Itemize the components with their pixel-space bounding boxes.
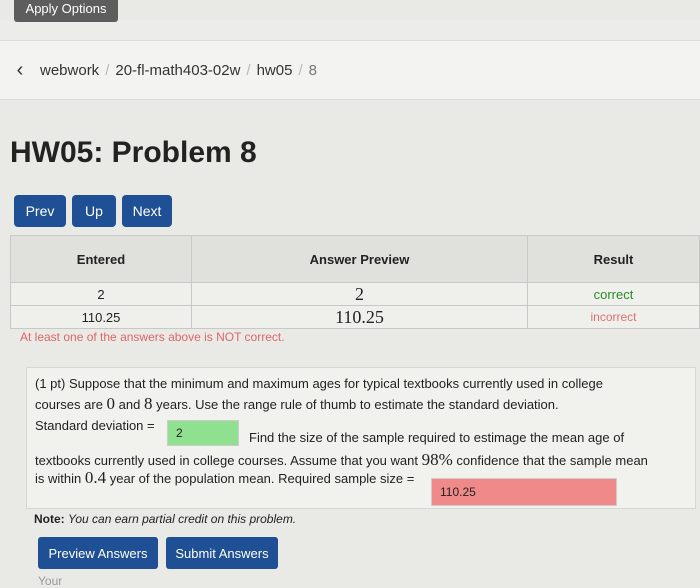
column-header-result: Result <box>527 235 700 283</box>
apply-options-button[interactable]: Apply Options <box>14 0 118 22</box>
preview-answers-button[interactable]: Preview Answers <box>38 537 158 569</box>
preview-cell: 2 <box>191 282 528 306</box>
breadcrumb-problem: 8 <box>308 61 317 79</box>
note-label: Note: <box>34 512 65 526</box>
next-button[interactable]: Next <box>122 195 172 227</box>
column-header-entered: Entered <box>10 235 192 283</box>
problem-line: courses are 0 and 8 years. Use the range… <box>35 394 559 415</box>
margin-value: 0.4 <box>84 468 107 487</box>
problem-text: and <box>118 397 141 412</box>
submit-answers-button[interactable]: Submit Answers <box>166 537 278 569</box>
table-header-row: Entered Answer Preview Result <box>10 235 700 283</box>
min-age-value: 0 <box>106 394 116 413</box>
sample-size-input[interactable]: 110.25 <box>431 478 617 506</box>
breadcrumb-separator: / <box>105 61 110 79</box>
confidence-value: 98% <box>421 450 453 469</box>
warning-message: At least one of the answers above is NOT… <box>20 330 285 344</box>
problem-line: is within 0.4 year of the population mea… <box>35 468 414 489</box>
max-age-value: 8 <box>144 394 153 413</box>
problem-line: (1 pt) Suppose that the minimum and maxi… <box>35 376 603 391</box>
breadcrumb-course[interactable]: 20-fl-math403-02w <box>115 62 240 79</box>
page-title: HW05: Problem 8 <box>10 136 257 169</box>
table-row: 2 2 correct <box>10 282 700 306</box>
problem-text: is within <box>35 471 82 486</box>
problem-line: Find the size of the sample required to … <box>249 430 625 445</box>
problem-text: textbooks currently used in college cour… <box>35 453 418 468</box>
breadcrumb-set[interactable]: hw05 <box>257 62 293 79</box>
back-chevron-icon[interactable]: ‹ <box>0 59 40 82</box>
breadcrumb: ‹ webwork / 20-fl-math403-02w / hw05 / 8 <box>0 40 700 100</box>
problem-box: (1 pt) Suppose that the minimum and maxi… <box>26 367 696 509</box>
breadcrumb-webwork[interactable]: webwork <box>40 62 99 79</box>
prev-button[interactable]: Prev <box>14 195 66 227</box>
footer-text: Your <box>38 574 63 588</box>
problem-text: years. Use the range rule of thumb to es… <box>156 397 559 412</box>
result-cell: correct <box>527 282 700 306</box>
problem-text: confidence that the sample mean <box>456 453 648 468</box>
sd-label: Standard deviation = <box>35 418 155 433</box>
entered-cell: 110.25 <box>10 305 192 329</box>
problem-text: year of the population mean. Required sa… <box>109 471 415 486</box>
column-header-preview: Answer Preview <box>191 235 528 283</box>
breadcrumb-separator: / <box>246 61 251 79</box>
table-row: 110.25 110.25 incorrect <box>10 305 700 329</box>
breadcrumb-separator: / <box>298 61 303 79</box>
note-text: You can earn partial credit on this prob… <box>68 512 297 526</box>
partial-credit-note: Note: You can earn partial credit on thi… <box>34 512 296 526</box>
up-button[interactable]: Up <box>72 195 116 227</box>
preview-cell: 110.25 <box>191 305 528 329</box>
answers-table: Entered Answer Preview Result 2 2 correc… <box>10 235 700 329</box>
entered-cell: 2 <box>10 282 192 306</box>
problem-text: courses are <box>35 397 103 412</box>
result-cell: incorrect <box>527 305 700 329</box>
standard-deviation-input[interactable]: 2 <box>167 420 239 446</box>
